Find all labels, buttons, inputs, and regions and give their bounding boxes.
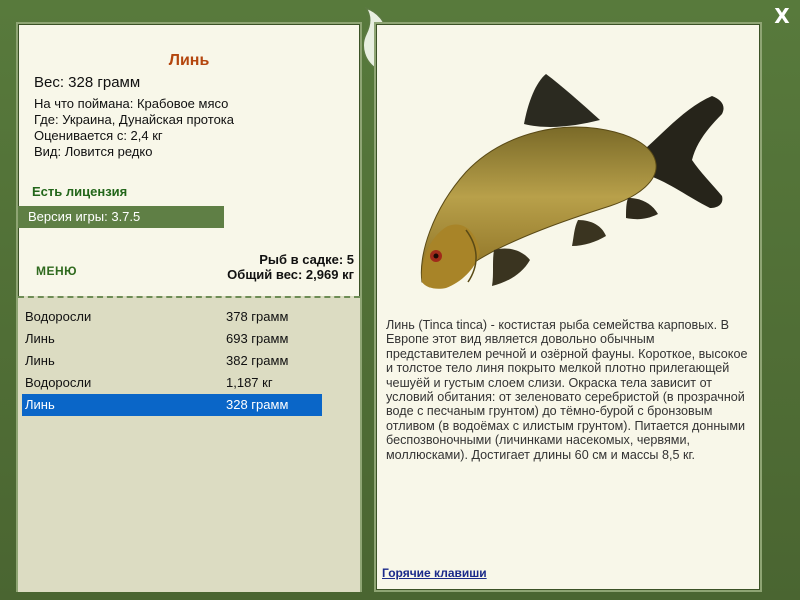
close-icon[interactable]: X: [772, 6, 792, 26]
list-item-weight: 382 грамм: [226, 353, 289, 368]
list-item-weight: 328 грамм: [226, 397, 289, 412]
list-item-name: Линь: [25, 397, 55, 412]
menu-button[interactable]: МЕНЮ: [36, 264, 77, 278]
fish-weight: Вес: 328 грамм: [34, 74, 141, 91]
rarity-text: Вид: Ловится редко: [34, 144, 153, 159]
list-item[interactable]: Водоросли 1,187 кг: [22, 372, 322, 394]
app-window: X Линь Вес: 328 грамм На что поймана: Кр…: [0, 0, 800, 600]
version-label: Версия игры: 3.7.5: [28, 209, 141, 224]
net-total-weight: Общий вес: 2,969 кг: [227, 267, 354, 282]
license-status: Есть лицензия: [32, 184, 128, 199]
net-count: Рыб в садке: 5: [259, 252, 354, 267]
list-item-name: Водоросли: [25, 375, 92, 390]
fish-title: Линь: [168, 52, 210, 69]
valued-from-text: Оценивается с: 2,4 кг: [34, 128, 163, 143]
catch-list[interactable]: Водоросли 378 грамм Линь 693 грамм Линь …: [18, 296, 360, 592]
fish-description-panel: Линь (Tinca tinca) - костистая рыба семе…: [374, 22, 762, 592]
list-item[interactable]: Водоросли 378 грамм: [22, 306, 322, 328]
list-item-name: Водоросли: [25, 309, 92, 324]
fish-description: Линь (Tinca tinca) - костистая рыба семе…: [386, 318, 748, 462]
tench-fish-image: [420, 74, 724, 289]
hotkeys-link[interactable]: Горячие клавиши: [382, 566, 487, 580]
list-item[interactable]: Линь 382 грамм: [22, 350, 322, 372]
fish-info-panel: Линь Вес: 328 грамм На что поймана: Краб…: [16, 22, 362, 592]
list-item-name: Линь: [25, 353, 55, 368]
list-item-weight: 378 грамм: [226, 309, 289, 324]
net-stats: Рыб в садке: 5 Общий вес: 2,969 кг: [227, 252, 354, 282]
list-item[interactable]: Линь 693 грамм: [22, 328, 322, 350]
list-item-weight: 1,187 кг: [226, 375, 273, 390]
location-text: Где: Украина, Дунайская протока: [34, 112, 234, 127]
caught-with-text: На что поймана: Крабовое мясо: [34, 96, 229, 111]
list-item-selected[interactable]: Линь 328 грамм: [22, 394, 322, 416]
list-item-weight: 693 грамм: [226, 331, 289, 346]
version-bar: Версия игры: 3.7.5: [18, 206, 224, 228]
list-item-name: Линь: [25, 331, 55, 346]
